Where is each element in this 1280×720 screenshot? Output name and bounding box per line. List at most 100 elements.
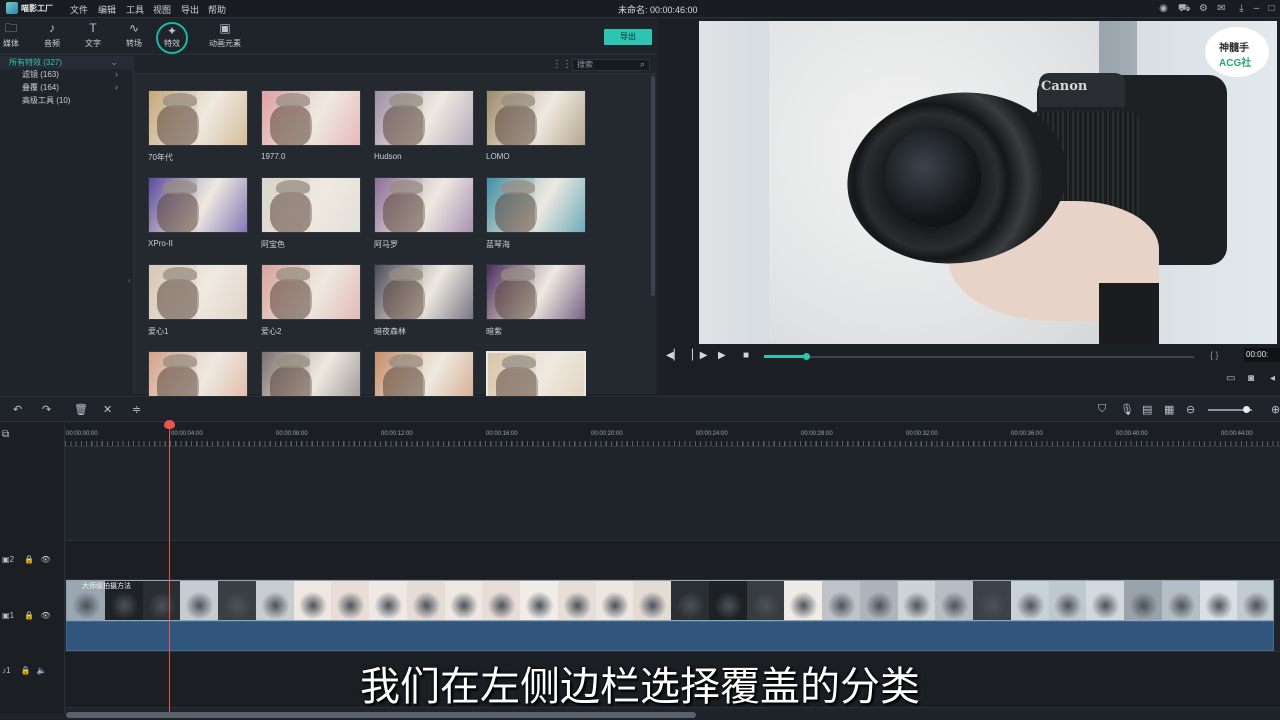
effect-thumbnail[interactable]	[148, 264, 248, 320]
export-button[interactable]: 导出	[604, 29, 652, 45]
menu-edit[interactable]: 编辑	[98, 3, 116, 16]
lock-icon[interactable]: 🔒	[24, 555, 34, 564]
prev-frame-icon[interactable]: ◀▏	[666, 350, 681, 361]
video-preview: Canon 神髓手 ACG社	[699, 21, 1277, 344]
lock-icon[interactable]: 🔒	[24, 611, 34, 620]
video-clip[interactable]	[66, 580, 1274, 621]
thumbnail-face	[157, 105, 199, 145]
timeline-ruler[interactable]: 00:00:00:00 00:00:04:00 00:00:08:00 00:00:1…	[65, 423, 1280, 447]
effect-thumbnail[interactable]	[374, 264, 474, 320]
effect-label: 1977.0	[261, 152, 286, 161]
effect-thumbnail[interactable]	[486, 90, 586, 146]
effect-thumbnail[interactable]	[261, 264, 361, 320]
effect-label: Hudson	[374, 152, 402, 161]
watermark-line2: ACG社	[1219, 58, 1252, 69]
menu-export[interactable]: 导出	[181, 3, 199, 16]
render-icon[interactable]: ▦	[1164, 403, 1174, 416]
play-icon[interactable]: ▶	[718, 350, 726, 361]
clip-frame	[520, 581, 559, 620]
eye-icon[interactable]: 👁	[40, 555, 50, 564]
menu-bar: 喵影工厂 文件 编辑 工具 视图 导出 帮助 未命名: 00:00:46:00 …	[0, 0, 1280, 18]
playback-controls: ◀▏ ▏▶ ▶ ■ { } 00:00:	[658, 347, 1280, 367]
menu-tools[interactable]: 工具	[126, 3, 144, 16]
delete-icon[interactable]: 🗑	[74, 403, 88, 416]
download-icon[interactable]: ⤓	[1236, 3, 1247, 14]
display-icon[interactable]: ▭	[1226, 373, 1235, 384]
thumbnail-hat	[163, 267, 197, 281]
effect-label: 70年代	[148, 153, 173, 162]
effect-thumbnail[interactable]	[148, 90, 248, 146]
eye-icon[interactable]: 👁	[40, 611, 50, 620]
playhead-handle[interactable]	[164, 420, 175, 429]
menu-help[interactable]: 帮助	[208, 3, 226, 16]
mic-icon[interactable]: 🎙	[1120, 403, 1134, 416]
category-filters[interactable]: 滤镜 (163) ›	[0, 68, 134, 81]
cut-icon[interactable]: ✕	[103, 403, 112, 416]
cart-icon[interactable]: ⛟	[1178, 3, 1191, 14]
maximize-icon[interactable]: □	[1266, 3, 1277, 14]
stop-icon[interactable]: ■	[743, 350, 749, 361]
thumbnail-face	[270, 192, 312, 232]
collapse-sidebar-icon[interactable]: ‹	[128, 276, 131, 285]
redo-icon[interactable]: ↷	[42, 403, 51, 416]
menu-file[interactable]: 文件	[70, 3, 88, 16]
video-track-2[interactable]	[65, 541, 1280, 580]
effect-thumbnail[interactable]	[261, 90, 361, 146]
zoom-out-icon[interactable]: ⊖	[1186, 403, 1195, 416]
marker-icon[interactable]: ⛉	[1098, 403, 1106, 416]
progress-track[interactable]	[764, 356, 1194, 358]
mark-in-out-icon[interactable]: { }	[1210, 350, 1219, 360]
effect-thumbnail[interactable]	[486, 264, 586, 320]
effects-icon: ✦	[166, 24, 178, 38]
volume-icon[interactable]: ◂	[1270, 373, 1275, 384]
tool-elements[interactable]: ▣ 动画元素	[205, 21, 245, 53]
tool-effects[interactable]: ✦ 特效	[156, 22, 188, 54]
category-advanced-tools[interactable]: 高级工具 (10)	[0, 94, 134, 107]
undo-icon[interactable]: ↶	[13, 403, 22, 416]
zoom-knob[interactable]	[1243, 406, 1251, 413]
tool-transition[interactable]: ∿ 转场	[114, 21, 154, 53]
user-icon[interactable]: ◉	[1158, 3, 1169, 14]
menu-view[interactable]: 视图	[153, 3, 171, 16]
adjust-icon[interactable]: ≑	[132, 403, 141, 416]
track-video-1-controls: ▣1 🔒 👁	[2, 611, 51, 620]
effect-thumbnail[interactable]	[374, 90, 474, 146]
zoom-in-icon[interactable]: ⊕	[1271, 403, 1280, 416]
clip-frame	[1161, 581, 1201, 620]
thumbnail-hat	[276, 354, 310, 368]
settings-icon[interactable]: ⚙	[1198, 3, 1209, 14]
camera-brand: Canon	[1041, 79, 1088, 94]
minimize-icon[interactable]: –	[1251, 3, 1262, 14]
add-track-icon[interactable]: ⧉	[2, 429, 9, 440]
effect-thumbnail[interactable]	[374, 177, 474, 233]
mail-icon[interactable]: ✉	[1216, 3, 1227, 14]
video-clip-audio[interactable]	[66, 621, 1274, 651]
effect-thumbnail[interactable]	[148, 177, 248, 233]
tool-text-label: 文字	[85, 39, 101, 48]
progress-knob[interactable]	[803, 353, 810, 360]
effect-thumbnail[interactable]	[261, 177, 361, 233]
search-input[interactable]: 搜索	[572, 59, 650, 71]
transition-icon: ∿	[128, 21, 140, 35]
clip-frame	[595, 581, 635, 620]
tool-media[interactable]: 🗀 媒体	[0, 21, 31, 53]
grid-scrollbar[interactable]	[651, 76, 655, 296]
thumbnail-hat	[276, 180, 310, 194]
play-frame-icon[interactable]: ▏▶	[692, 350, 707, 361]
snapshot-icon[interactable]: ◙	[1248, 373, 1254, 384]
tripod	[1099, 283, 1159, 344]
category-overlays[interactable]: 叠覆 (164) ›	[0, 81, 134, 94]
thumbnail-face	[383, 192, 425, 232]
timeline-scrollbar[interactable]	[66, 712, 696, 718]
tool-text[interactable]: T 文字	[73, 21, 113, 53]
tool-audio[interactable]: ♪ 音频	[32, 21, 72, 53]
clip-frame	[255, 581, 295, 620]
category-label: 叠覆 (164)	[22, 83, 59, 92]
clip-frame	[331, 581, 370, 620]
thumbnail-hat	[163, 180, 197, 194]
search-icon[interactable]: ⌕	[640, 59, 645, 70]
clip-frame	[859, 581, 899, 620]
effect-thumbnail[interactable]	[486, 177, 586, 233]
thumbnail-face	[495, 192, 537, 232]
mixer-icon[interactable]: ▤	[1142, 403, 1152, 416]
